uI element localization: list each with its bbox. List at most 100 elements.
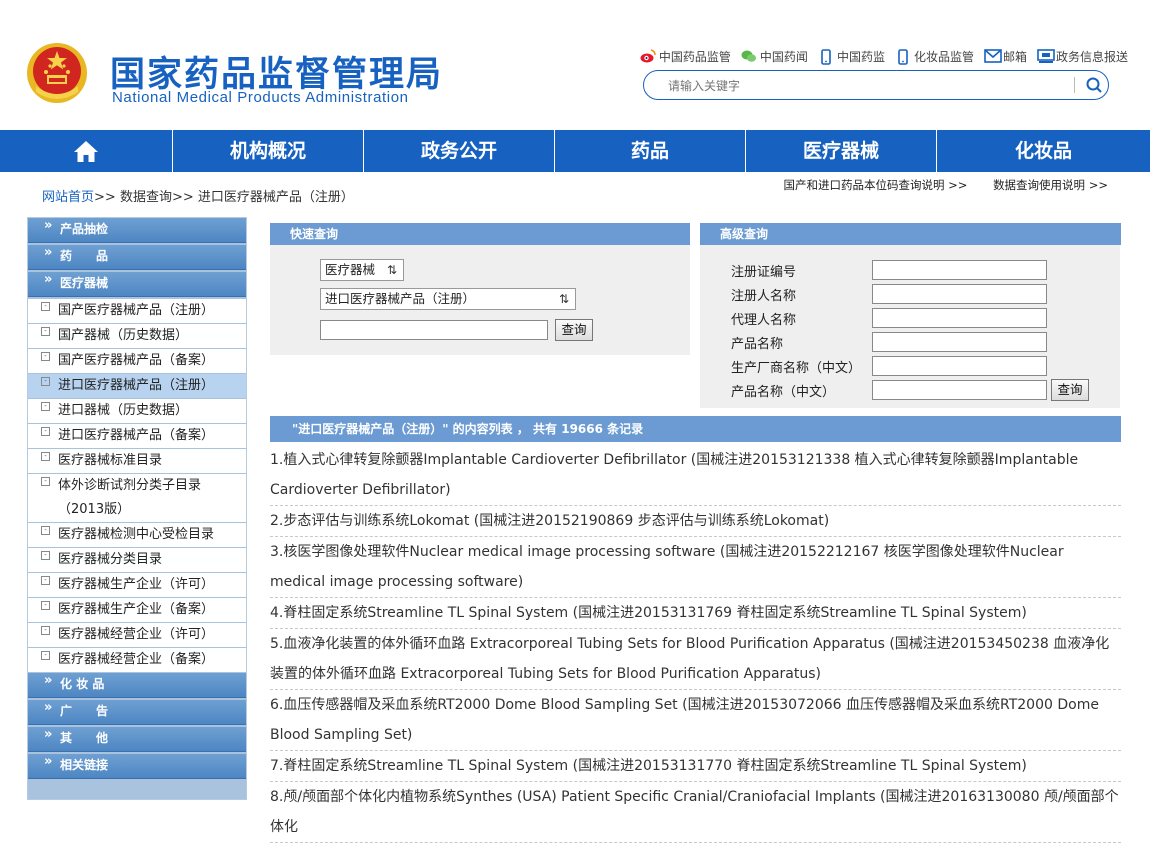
results-list: 1.植入式心律转复除颤器Implantable Cardioverter Def… xyxy=(270,445,1121,843)
result-item[interactable]: 3.核医学图像处理软件Nuclear medical image process… xyxy=(270,537,1121,598)
result-item[interactable]: 2.步态评估与训练系统Lokomat (国械注进20152190869 步态评估… xyxy=(270,506,1121,537)
sidebar-cat-label: 其 他 xyxy=(60,731,109,745)
sidebar-cat-devices[interactable]: » 医疗器械 xyxy=(28,272,246,297)
toplink-label: 中国药监 xyxy=(836,50,885,64)
sidebar-item-label: 进口医疗器械产品（注册） xyxy=(58,378,215,393)
manufacturer-cn-input[interactable] xyxy=(872,356,1047,376)
sidebar-item-label: 医疗器械生产企业（备案） xyxy=(58,602,215,617)
nav-home[interactable] xyxy=(0,130,173,172)
field-label-agent: 代理人名称 xyxy=(731,313,797,328)
bullet-box-icon: - xyxy=(41,576,50,585)
sidebar-item-label: 医疗器械经营企业（备案） xyxy=(58,652,215,667)
field-label-reg-no: 注册证编号 xyxy=(731,265,797,280)
sidebar-item[interactable]: - 进口器械（历史数据） xyxy=(28,399,246,424)
sidebar-item-label: 医疗器械经营企业（许可） xyxy=(58,627,215,642)
sidebar-item-label: 医疗器械标准目录 xyxy=(58,453,163,468)
toplink-label: 化妆品监管 xyxy=(913,50,974,64)
search-input[interactable] xyxy=(666,76,1070,96)
sidebar-item[interactable]: - 进口医疗器械产品（备案） xyxy=(28,424,246,449)
dropdown-icon: ⇅ xyxy=(387,263,398,277)
toplink-label: 中国药闻 xyxy=(759,50,808,64)
result-item[interactable]: 6.血压传感器帽及采血系统RT2000 Dome Blood Sampling … xyxy=(270,690,1121,751)
sidebar-cat-ads[interactable]: » 广 告 xyxy=(28,700,246,725)
bullet-box-icon: - xyxy=(41,651,50,660)
advanced-query-button[interactable]: 查询 xyxy=(1051,379,1089,401)
sidebar-cat-cosmetics[interactable]: » 化 妆 品 xyxy=(28,673,246,698)
sidebar-cat-sampling[interactable]: » 产品抽检 xyxy=(28,218,246,243)
wechat-icon xyxy=(741,49,757,65)
breadcrumb-current: 进口医疗器械产品（注册） xyxy=(197,190,354,205)
sidebar-cat-label: 广 告 xyxy=(60,704,109,718)
bullet-box-icon: - xyxy=(41,551,50,560)
result-item[interactable]: 8.颅/颅面部个体化内植物系统Synthes (USA) Patient Spe… xyxy=(270,782,1121,843)
arrow-icon: » xyxy=(44,754,53,769)
result-item[interactable]: 7.脊柱固定系统Streamline TL Spinal System (国械注… xyxy=(270,751,1121,782)
quick-query-panel: 医疗器械 ⇅ 进口医疗器械产品（注册） ⇅ 查询 xyxy=(270,245,690,355)
bullet-box-icon: - xyxy=(41,427,50,436)
field-label-product: 产品名称 xyxy=(731,337,784,352)
nav-item-cosmetics[interactable]: 化妆品 xyxy=(937,130,1150,172)
toplink-report[interactable]: 政务信息报送 xyxy=(1037,48,1128,65)
national-emblem-icon xyxy=(27,43,87,103)
registrant-input[interactable] xyxy=(872,284,1047,304)
result-item[interactable]: 4.脊柱固定系统Streamline TL Spinal System (国械注… xyxy=(270,598,1121,629)
nav-item-org[interactable]: 机构概况 xyxy=(173,130,364,172)
toplink-weibo[interactable]: 中国药品监管 xyxy=(640,48,731,65)
product-input[interactable] xyxy=(872,332,1047,352)
sidebar-item[interactable]: - 医疗器械标准目录 xyxy=(28,449,246,474)
sidebar-cat-label: 相关链接 xyxy=(60,758,109,772)
breadcrumb-home[interactable]: 网站首页 xyxy=(42,190,94,205)
advanced-query-title: 高级查询 xyxy=(700,223,1121,245)
sidebar-item[interactable]: - 医疗器械生产企业（许可） xyxy=(28,573,246,598)
sidebar-item[interactable]: - 国产医疗器械产品（注册） xyxy=(28,299,246,324)
toplink-label: 邮箱 xyxy=(1002,50,1027,64)
result-item[interactable]: 5.血液净化装置的体外循环血路 Extracorporeal Tubing Se… xyxy=(270,629,1121,690)
agent-input[interactable] xyxy=(872,308,1047,328)
reg-no-input[interactable] xyxy=(872,260,1047,280)
help-link-query-usage[interactable]: 数据查询使用说明 >> xyxy=(993,178,1108,192)
result-item[interactable]: 1.植入式心律转复除颤器Implantable Cardioverter Def… xyxy=(270,445,1121,506)
toplink-mobile-2[interactable]: 化妆品监管 xyxy=(895,48,974,65)
sidebar-cat-label: 药 品 xyxy=(60,249,109,263)
quick-query-input[interactable] xyxy=(320,320,548,340)
toplink-wechat[interactable]: 中国药闻 xyxy=(741,48,808,65)
arrow-icon: » xyxy=(44,245,53,260)
advanced-query-panel: 注册证编号 注册人名称 代理人名称 产品名称 生产厂商名称（中文） 产品名称（中… xyxy=(700,245,1120,408)
mobile-icon xyxy=(895,48,911,65)
bullet-box-icon: - xyxy=(41,452,50,461)
home-icon xyxy=(74,141,98,162)
sidebar-cat-drugs[interactable]: » 药 品 xyxy=(28,245,246,270)
sidebar-item-label: 进口医疗器械产品（备案） xyxy=(58,428,215,443)
sidebar-item[interactable]: - 医疗器械分类目录 xyxy=(28,548,246,573)
sidebar-item-label: 体外诊断试剂分类子目录（2013版） xyxy=(58,478,202,517)
help-link-drug-code[interactable]: 国产和进口药品本位码查询说明 >> xyxy=(783,178,967,192)
sidebar-item[interactable]: - 医疗器械经营企业（备案） xyxy=(28,648,246,673)
sidebar-item-active[interactable]: - 进口医疗器械产品（注册） xyxy=(28,374,246,399)
sidebar-item[interactable]: - 医疗器械经营企业（许可） xyxy=(28,623,246,648)
nav-item-medical-devices[interactable]: 医疗器械 xyxy=(746,130,937,172)
sidebar-item[interactable]: - 国产器械（历史数据） xyxy=(28,324,246,349)
sidebar-cat-other[interactable]: » 其 他 xyxy=(28,727,246,752)
search-icon[interactable] xyxy=(1084,75,1104,95)
sidebar-item[interactable]: - 国产医疗器械产品（备案） xyxy=(28,349,246,374)
product-cn-input[interactable] xyxy=(872,380,1047,400)
sidebar-cat-label: 化 妆 品 xyxy=(60,677,105,691)
sidebar-item[interactable]: - 医疗器械生产企业（备案） xyxy=(28,598,246,623)
breadcrumb-sep: >> xyxy=(94,190,116,205)
sidebar-cat-label: 产品抽检 xyxy=(60,222,109,236)
nav-item-drugs[interactable]: 药品 xyxy=(555,130,746,172)
toplink-mail[interactable]: 邮箱 xyxy=(984,48,1027,65)
database-select[interactable]: 进口医疗器械产品（注册） ⇅ xyxy=(320,288,576,310)
bullet-box-icon: - xyxy=(41,601,50,610)
sidebar-item[interactable]: - 医疗器械检测中心受检目录 xyxy=(28,523,246,548)
toplink-mobile-1[interactable]: 中国药监 xyxy=(818,48,885,65)
toplink-label: 政务信息报送 xyxy=(1055,50,1128,64)
quick-query-button[interactable]: 查询 xyxy=(555,319,593,341)
breadcrumb: 网站首页>> 数据查询>> 进口医疗器械产品（注册） xyxy=(42,186,354,205)
category-select[interactable]: 医疗器械 ⇅ xyxy=(320,259,404,281)
sidebar-item[interactable]: - 体外诊断试剂分类子目录（2013版） xyxy=(28,474,246,523)
breadcrumb-data-query[interactable]: 数据查询 xyxy=(120,190,172,205)
sidebar-cat-links[interactable]: » 相关链接 xyxy=(28,754,246,779)
nav-item-gov-affairs[interactable]: 政务公开 xyxy=(364,130,555,172)
site-header: 国家药品监督管理局 National Medical Products Admi… xyxy=(0,0,1150,130)
